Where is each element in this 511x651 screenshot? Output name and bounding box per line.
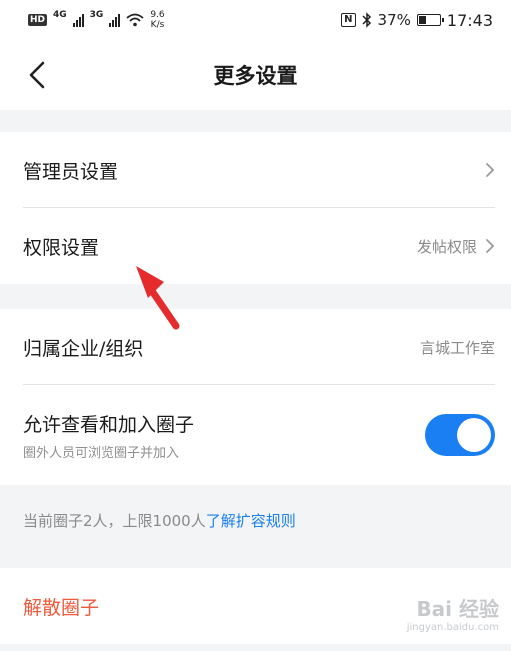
admin-settings-label: 管理员设置 bbox=[23, 160, 119, 183]
status-bar: HD 4G 3G 9.6 K/s N 37% 17:43 bbox=[0, 0, 511, 40]
allow-join-text: 允许查看和加入圈子 圈外人员可浏览圈子并加入 bbox=[23, 410, 194, 461]
allow-join-label: 允许查看和加入圈子 bbox=[23, 413, 195, 436]
organization-row[interactable]: 归属企业/组织 言城工作室 bbox=[0, 309, 511, 385]
organization-label: 归属企业/组织 bbox=[23, 337, 144, 360]
chevron-left-icon bbox=[29, 61, 45, 89]
admin-settings-right bbox=[485, 162, 495, 178]
admin-settings-row[interactable]: 管理员设置 bbox=[0, 132, 511, 208]
network-type-1: 4G bbox=[53, 10, 67, 20]
allow-join-row: 允许查看和加入圈子 圈外人员可浏览圈子并加入 bbox=[0, 385, 511, 485]
annotation-arrow-icon bbox=[136, 266, 180, 330]
member-limit-info: 当前圈子2人，上限1000人了解扩容规则 bbox=[23, 510, 296, 531]
allow-join-description: 圈外人员可浏览圈子并加入 bbox=[23, 445, 180, 461]
speed-value: 9.6 bbox=[150, 10, 165, 20]
chevron-right-icon bbox=[486, 163, 495, 177]
member-limit-text: 当前圈子2人，上限1000人 bbox=[23, 512, 206, 530]
settings-section-1: 管理员设置 权限设置 发帖权限 bbox=[0, 132, 511, 284]
signal-icon bbox=[72, 13, 84, 27]
battery-icon bbox=[416, 14, 444, 26]
wifi-icon bbox=[126, 13, 144, 27]
chevron-right-icon bbox=[486, 239, 495, 253]
network-speed: 9.6 K/s bbox=[150, 10, 164, 30]
status-right: N 37% 17:43 bbox=[341, 11, 493, 30]
organization-right: 言城工作室 bbox=[420, 337, 495, 358]
hd-icon: HD bbox=[28, 14, 48, 26]
clock: 17:43 bbox=[446, 10, 493, 30]
watermark-url: jingyan.baidu.com bbox=[406, 622, 499, 633]
battery-percent: 37% bbox=[377, 11, 411, 29]
permission-value: 发帖权限 bbox=[416, 237, 477, 256]
expansion-rules-link[interactable]: 了解扩容规则 bbox=[206, 512, 296, 530]
permission-settings-row[interactable]: 权限设置 发帖权限 bbox=[0, 208, 511, 284]
organization-value: 言城工作室 bbox=[419, 338, 495, 357]
speed-unit: K/s bbox=[150, 20, 165, 30]
baidu-watermark: Bai 经验 jingyan.baidu.com bbox=[389, 593, 499, 639]
permission-settings-label: 权限设置 bbox=[23, 236, 100, 259]
toggle-knob bbox=[457, 418, 491, 452]
settings-section-2: 归属企业/组织 言城工作室 允许查看和加入圈子 圈外人员可浏览圈子并加入 bbox=[0, 309, 511, 485]
page-title: 更多设置 bbox=[213, 64, 298, 88]
signal-icon bbox=[109, 13, 121, 27]
nfc-icon: N bbox=[341, 13, 356, 27]
bluetooth-icon bbox=[362, 12, 371, 28]
allow-join-toggle[interactable] bbox=[425, 414, 495, 456]
permission-settings-right: 发帖权限 bbox=[417, 236, 495, 257]
back-button[interactable] bbox=[20, 58, 54, 92]
navigation-bar: 更多设置 bbox=[0, 40, 511, 110]
dissolve-circle-label: 解散圈子 bbox=[23, 596, 100, 619]
watermark-logo: Bai 经验 bbox=[416, 597, 499, 621]
battery-fill bbox=[418, 16, 427, 24]
network-type-2: 3G bbox=[89, 10, 104, 20]
status-left: HD 4G 3G 9.6 K/s bbox=[28, 10, 165, 30]
